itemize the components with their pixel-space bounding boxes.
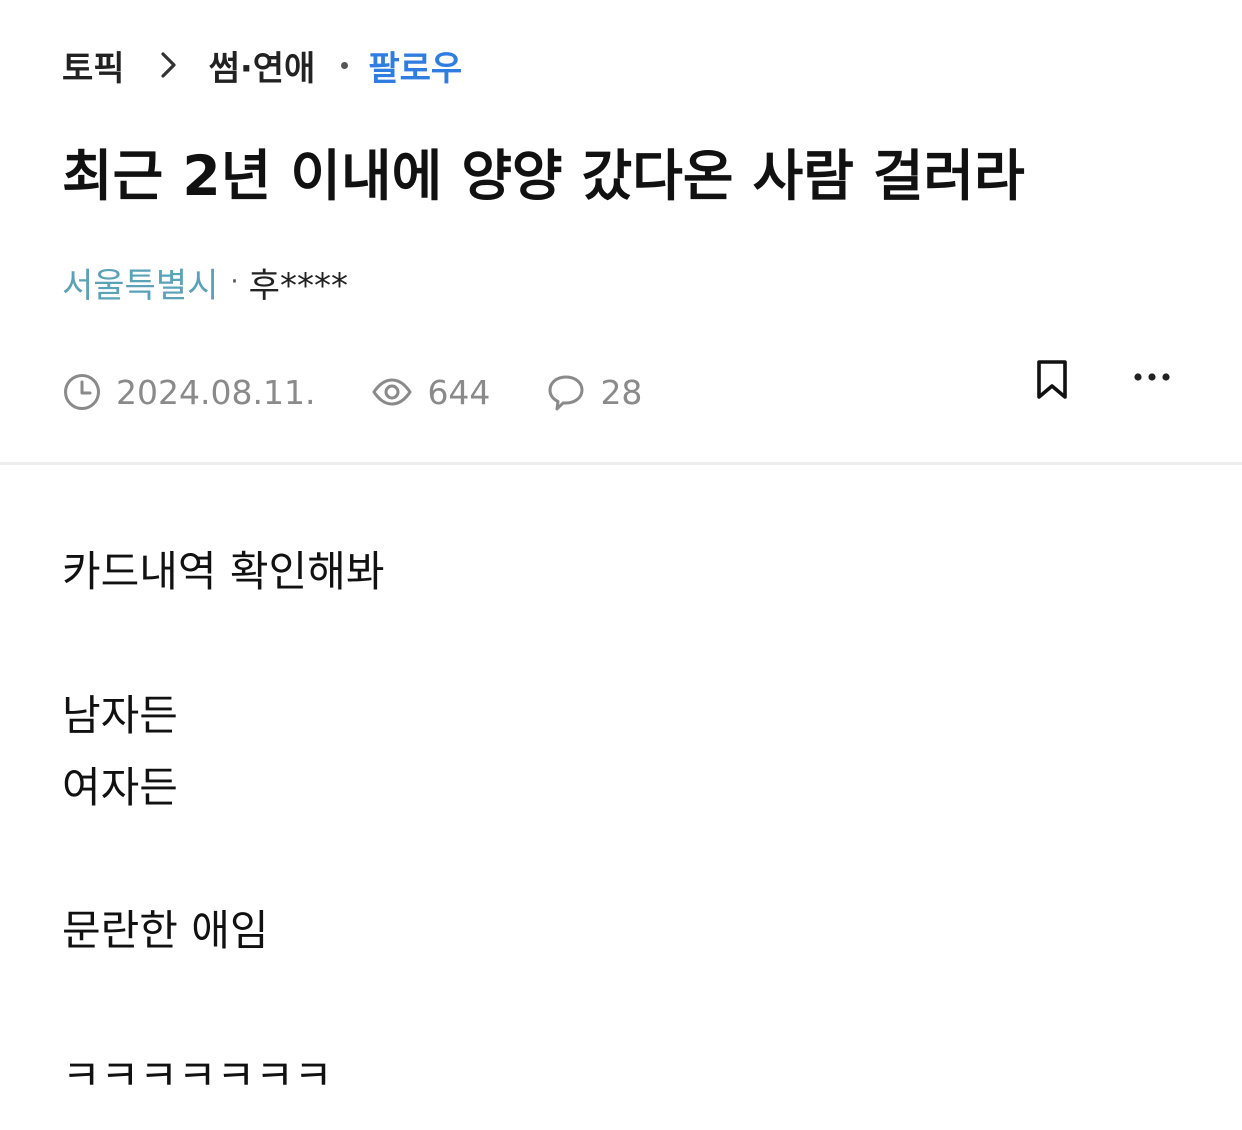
post-date: 2024.08.11.: [62, 372, 315, 412]
breadcrumb-topic-link[interactable]: 토픽: [62, 41, 125, 90]
breadcrumb: 토픽 썸·연애 팔로우: [62, 40, 462, 90]
author-info: 서울특별시 · 후****: [62, 258, 348, 306]
author-region[interactable]: 서울특별시: [62, 258, 218, 307]
post-body-line: 여자든: [62, 763, 178, 812]
breadcrumb-dot-separator: [341, 61, 349, 69]
bookmark-button[interactable]: [1028, 356, 1076, 404]
post-body-line: ㅋㅋㅋㅋㅋㅋㅋ: [62, 1051, 333, 1100]
post-page: 토픽 썸·연애 팔로우 최근 2년 이내에 양양 갔다온 사람 걸러라 서울특별…: [0, 0, 1242, 1130]
post-comments-count: 28: [600, 372, 643, 412]
follow-button[interactable]: 팔로우: [368, 41, 462, 90]
more-options-button[interactable]: [1128, 356, 1176, 398]
clock-icon: [64, 374, 100, 410]
post-date-text: 2024.08.11.: [116, 372, 316, 412]
post-body-line: 카드내역 확인해봐: [62, 547, 385, 596]
breadcrumb-category-link[interactable]: 썸·연애: [209, 41, 316, 90]
post-body-line: 문란한 애임: [62, 906, 269, 955]
more-horizontal-icon: [1134, 373, 1170, 381]
header-divider: [0, 462, 1242, 465]
eye-icon: [372, 378, 412, 406]
post-comments[interactable]: 28: [546, 372, 642, 412]
speech-bubble-icon: [548, 375, 584, 411]
author-separator: ·: [230, 267, 239, 297]
author-name[interactable]: 후****: [249, 258, 348, 307]
post-meta: 2024.08.11. 644 28: [62, 366, 642, 418]
chevron-right-icon: [159, 50, 179, 80]
post-title: 최근 2년 이내에 양양 갔다온 사람 걸러라: [62, 144, 1025, 208]
post-views: 644: [371, 372, 490, 412]
post-body-line: 남자든: [62, 691, 178, 740]
bookmark-icon: [1037, 360, 1067, 399]
post-views-count: 644: [427, 372, 491, 412]
